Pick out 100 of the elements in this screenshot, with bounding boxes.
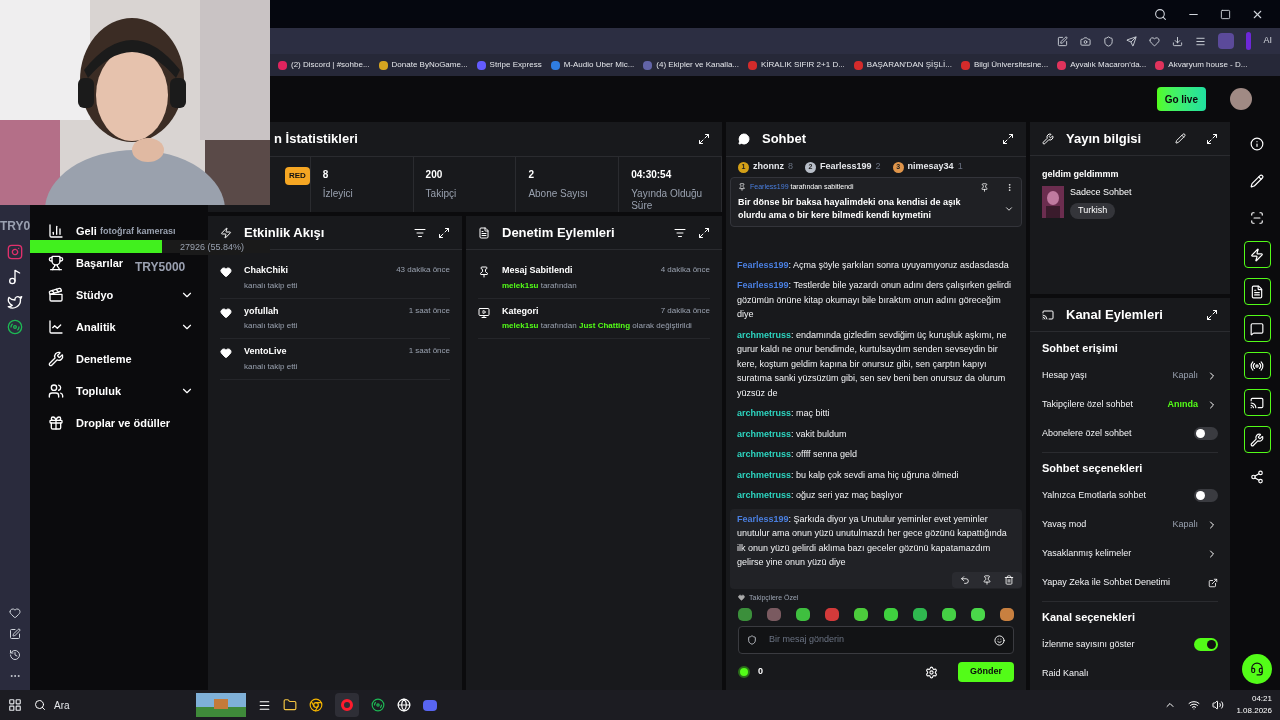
chat-message: archmetruss: maç bitti xyxy=(737,407,831,420)
nav-item[interactable]: Başarılar xyxy=(48,255,124,271)
points-count: 0 xyxy=(758,665,763,679)
bookmark[interactable]: Donate ByNoGame... xyxy=(378,59,468,71)
bookmark[interactable]: Akvaryum house - D... xyxy=(1155,59,1248,71)
setting-row[interactable]: Takipçilere özel sohbet Anında xyxy=(1042,390,1218,419)
stat-value: 2 xyxy=(528,168,535,182)
nav-item[interactable]: Denetleme xyxy=(48,351,132,367)
clock-date: 1.08.2026 xyxy=(1236,705,1272,717)
message-input[interactable]: Bir mesaj gönderin xyxy=(769,633,982,647)
send-button[interactable]: Gönder xyxy=(958,662,1014,682)
nav-item[interactable]: Analitik xyxy=(48,319,194,335)
setting-label: Takipçilere özel sohbet xyxy=(1042,397,1134,411)
ai-button[interactable]: AI xyxy=(1263,34,1272,48)
clock-time: 04:21 xyxy=(1251,693,1272,705)
activity-text: kanalı takip etti xyxy=(244,360,299,373)
activity-time: 43 dakika önce xyxy=(396,264,450,276)
pinned-text: Bir dönse bir baksa hayalimdeki ona kendisi de aşık olurdu ama o bir kere bilmedi kendi kıymetini xyxy=(738,195,962,222)
chat-message: archmetruss: oğuz seri yaz maç başlıyor xyxy=(737,489,904,502)
stream-title: geldim geldimmm xyxy=(1042,168,1120,181)
bookmark[interactable]: (2) Discord | #sohbe... xyxy=(278,59,370,71)
stat-value: 8 xyxy=(322,168,330,182)
bookmark[interactable]: Stripe Express xyxy=(476,59,542,71)
chat-message: Fearless199: Şarkıda diyor ya Unutulur yeminler evet yeminler unutulur ama onun yüzü unutulmazdı her gece gözünü kapattığında ilk onun yüzü gelirdi aklıma bazı geceler gözünü kapatamazdım gelirse yine onun yüzü diye xyxy=(737,512,1008,569)
bookmark[interactable]: BAŞARAN'DAN ŞİŞLİ... xyxy=(853,59,952,71)
message-field[interactable]: Bir mesaj gönderin xyxy=(738,626,1014,654)
language-tag: Turkish xyxy=(1070,203,1116,219)
chat-message: Fearless199: Açma şöyle şarkıları sonra uyuyamıyoruz asdasdasda xyxy=(737,258,1010,272)
bookmark[interactable]: KİRALIK SIFIR 2+1 D... xyxy=(748,59,845,71)
setting-label: Yalnızca Emotlarla sohbet xyxy=(1042,488,1146,502)
goal-text: 27926 (55.84%) xyxy=(180,241,245,255)
stat-label: Yayında Olduğu Süre xyxy=(631,188,704,212)
setting-row[interactable]: Yasaklanmış kelimeler xyxy=(1042,539,1218,568)
action-time: 7 dakika önce xyxy=(660,304,710,317)
chat-message: archmetruss: offff senna geld xyxy=(737,448,859,461)
activity-text: kanalı takip etti xyxy=(244,320,299,332)
setting-row[interactable]: Yapay Zeka ile Sohbet Denetimi xyxy=(1042,568,1218,597)
bookmark[interactable]: (4) Ekipler ve Kanalla... xyxy=(643,59,740,71)
chat-message: archmetruss: endamında gizledim sevdiğim üç kuruşluk aşkımı, ne gurur kaldı ne onur bendimde, kurtulsaydım senden sevseydin bir kere, koştum geldim kapına bir onursuz gibi, sen çarptın kapıyı suratıma sanki yüzsüzüm gibi, sen sev beni ben onursuz da olurum yüzsüz de xyxy=(737,328,1008,400)
setting-row[interactable]: Hesap yaşı Kapalı xyxy=(1042,361,1218,390)
stat-label: Takipçi xyxy=(425,188,458,200)
status-badge: RED xyxy=(284,167,310,185)
section-heading: Sohbet erişimi xyxy=(1042,340,1118,356)
section-heading: Kanal seçenekleri xyxy=(1042,609,1135,625)
setting-value: Kapalı xyxy=(1172,517,1198,531)
stat-value: 200 xyxy=(425,168,444,182)
setting-label: Hesap yaşı xyxy=(1042,368,1088,382)
leader-name: nimesay34 xyxy=(907,160,954,174)
nav-item[interactable]: Stüdyo xyxy=(48,287,194,303)
leader-count: 8 xyxy=(788,160,793,174)
setting-row[interactable]: Yavaş mod Kapalı xyxy=(1042,510,1218,539)
setting-label: Yasaklanmış kelimeler xyxy=(1042,546,1132,560)
action-time: 4 dakika önce xyxy=(660,264,710,276)
setting-value: Anında xyxy=(1167,397,1198,411)
follower-name: VentoLive xyxy=(244,345,288,358)
setting-label: Raid Kanalı xyxy=(1042,666,1089,680)
bookmark[interactable]: Ayvalık Macaron'da... xyxy=(1057,59,1147,71)
action-title: Mesaj Sabitlendi xyxy=(502,264,573,277)
setting-row[interactable]: Raid Kanalı xyxy=(1042,659,1218,688)
stat-value: 04:30:54 xyxy=(631,168,673,182)
category-name: Sadece Sohbet xyxy=(1070,185,1132,199)
panel-title: Sohbet xyxy=(762,130,807,149)
nav-item[interactable]: Geli xyxy=(48,223,97,239)
panel-title: Kanal Eylemleri xyxy=(1066,305,1163,324)
go-live-button[interactable]: Go live xyxy=(1156,87,1206,111)
leader-count: 2 xyxy=(875,160,881,174)
chat-message: Fearless199: Testlerde bile yazardı onun adını ders çalışırken gelirdi gözümün önüne kitap okumayı bile bıraktım onun adını göreceğim diye xyxy=(737,279,1012,321)
stat-label: Abone Sayısı xyxy=(528,188,589,200)
chat-message: archmetruss: bu kalp çok sevdi ama hiç uğruna ölmedi xyxy=(737,468,960,482)
panel-title: Denetim Eylemleri xyxy=(502,223,615,242)
camera-label: fotoğraf kamerası xyxy=(100,225,176,238)
nav-item[interactable]: Droplar ve ödüller xyxy=(48,415,171,431)
section-heading: Sohbet seçenekleri xyxy=(1042,460,1143,476)
panel-title: n İstatistikleri xyxy=(274,130,358,149)
action-detail: melek1su tarafından Just Chatting olarak değiştirildi xyxy=(502,320,693,332)
follower-name: ChakChiki xyxy=(244,264,289,277)
chat-message: archmetruss: vakit buldum xyxy=(737,427,848,441)
activity-time: 1 saat önce xyxy=(408,304,450,317)
setting-value: Kapalı xyxy=(1172,368,1198,382)
nav-item[interactable]: Topluluk xyxy=(48,383,194,399)
action-title: Kategori xyxy=(502,304,539,318)
stat-label: İzleyici xyxy=(322,188,354,200)
setting-label: Yapay Zeka ile Sohbet Denetimi xyxy=(1042,575,1170,589)
leader-name: zhonnz xyxy=(753,160,784,174)
action-detail: melek1su tarafından xyxy=(502,279,578,292)
panel-title: Etkinlik Akışı xyxy=(244,223,325,242)
leader-name: Fearless199 xyxy=(820,160,872,174)
setting-label: Yavaş mod xyxy=(1042,517,1087,531)
follower-name: yofullah xyxy=(244,304,280,318)
activity-time: 1 saat önce xyxy=(408,345,450,357)
leader-count: 1 xyxy=(957,160,963,174)
search-field[interactable]: Ara xyxy=(34,697,184,713)
ticker-text: TRY0 xyxy=(0,218,31,235)
bookmark[interactable]: Bilgi Üniversitesine... xyxy=(960,59,1049,71)
activity-text: kanalı takip etti xyxy=(244,279,299,292)
setting-label: İzlenme sayısını göster xyxy=(1042,637,1135,651)
ticker-text: TRY5000 xyxy=(135,259,186,276)
setting-label: Abonelere özel sohbet xyxy=(1042,426,1132,440)
panel-title: Yayın bilgisi xyxy=(1066,129,1142,148)
bookmark[interactable]: M-Audio Uber Mic... xyxy=(550,59,635,71)
